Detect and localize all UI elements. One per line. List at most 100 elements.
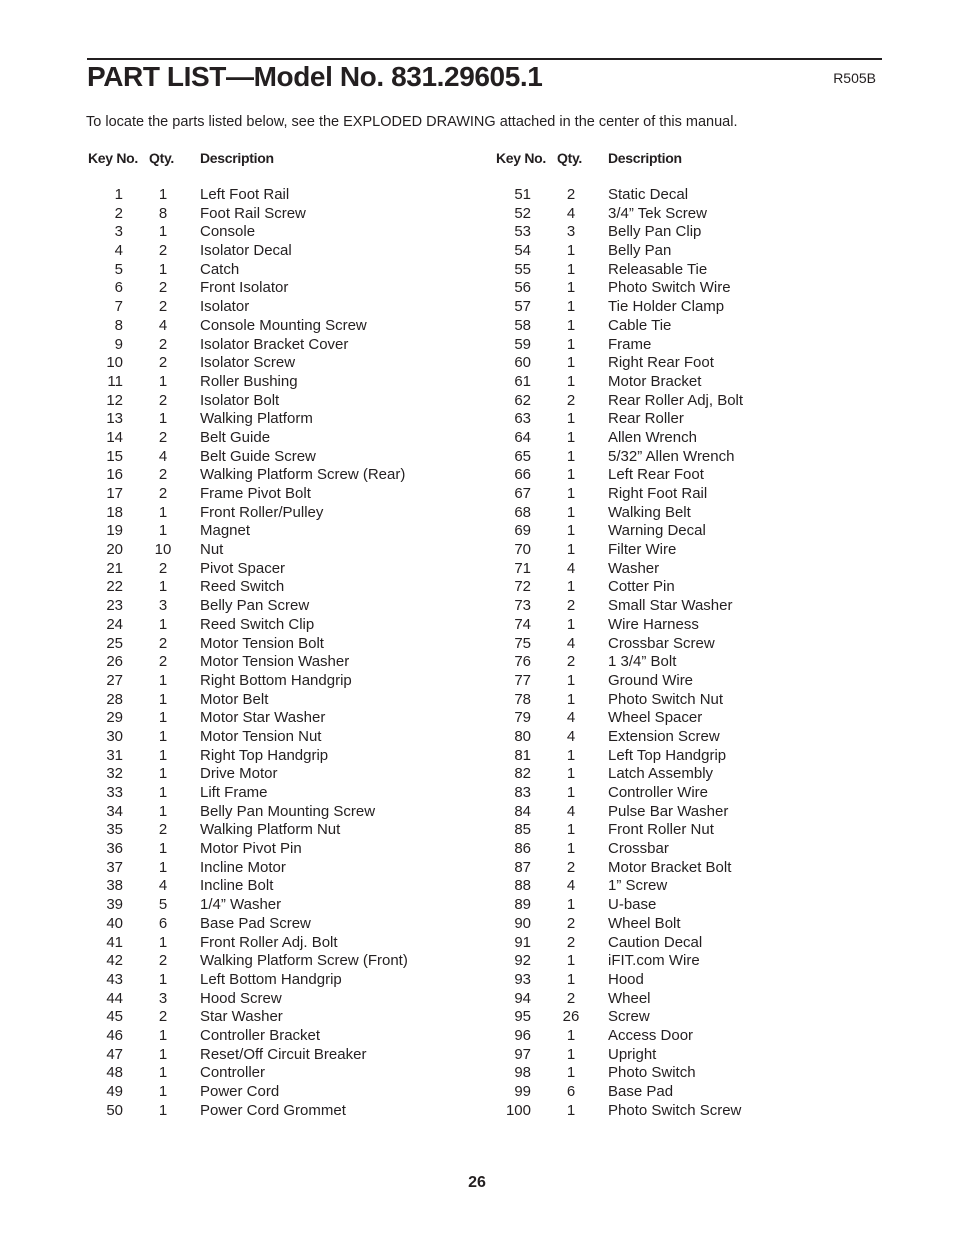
part-key-no: 1 bbox=[114, 186, 123, 203]
part-description: Catch bbox=[200, 260, 240, 278]
part-key-no: 41 bbox=[106, 933, 123, 951]
part-key-no: 7 bbox=[114, 298, 123, 316]
part-key-no: 78 bbox=[514, 690, 531, 708]
part-description: Hood Screw bbox=[200, 989, 282, 1007]
part-description: Motor Bracket Bolt bbox=[608, 858, 732, 876]
part-qty: 1 bbox=[158, 410, 168, 428]
part-qty: 1 bbox=[158, 690, 168, 708]
part-qty: 1 bbox=[566, 466, 576, 484]
part-description: Roller Bushing bbox=[200, 372, 298, 390]
part-qty: 2 bbox=[158, 242, 168, 260]
part-key-no: 94 bbox=[514, 989, 531, 1007]
part-key-no: 59 bbox=[514, 335, 531, 353]
part-description: Rear Roller bbox=[608, 410, 684, 428]
part-description: Foot Rail Screw bbox=[200, 204, 306, 222]
part-description: Frame bbox=[608, 335, 652, 353]
part-description: Nut bbox=[200, 541, 224, 559]
part-qty: 4 bbox=[566, 559, 576, 577]
part-key-no: 81 bbox=[514, 746, 531, 764]
part-key-no: 86 bbox=[514, 840, 531, 858]
part-description: 1 3/4” Bolt bbox=[608, 653, 677, 671]
part-qty: 1 bbox=[566, 354, 576, 372]
part-qty: 2 bbox=[566, 933, 576, 951]
part-qty: 1 bbox=[158, 746, 168, 764]
part-qty: 1 bbox=[158, 1083, 168, 1100]
part-key-no: 91 bbox=[514, 933, 531, 951]
part-qty: 1 bbox=[566, 335, 576, 353]
part-description: Belly Pan Screw bbox=[200, 597, 310, 615]
part-qty: 2 bbox=[566, 858, 576, 876]
part-description: Photo Switch bbox=[608, 1064, 696, 1082]
part-qty: 1 bbox=[566, 784, 576, 801]
part-key-no: 18 bbox=[106, 503, 123, 521]
part-description: Reed Switch bbox=[200, 578, 285, 596]
part-key-no: 82 bbox=[514, 765, 531, 783]
part-key-no: 29 bbox=[106, 709, 123, 727]
part-key-no: 38 bbox=[106, 877, 123, 895]
part-qty: 1 bbox=[566, 746, 576, 764]
part-description: Front Isolator bbox=[200, 279, 289, 297]
part-qty: 4 bbox=[566, 802, 576, 820]
part-description: Controller Wire bbox=[608, 784, 709, 801]
part-qty: 1 bbox=[158, 727, 168, 745]
header-description: Description bbox=[608, 150, 682, 166]
part-description: Photo Switch Wire bbox=[608, 279, 731, 297]
part-key-no: 65 bbox=[514, 447, 531, 465]
part-qty: 4 bbox=[158, 316, 168, 334]
part-key-no: 26 bbox=[106, 653, 123, 671]
part-description: Lift Frame bbox=[200, 784, 268, 801]
part-key-no: 79 bbox=[514, 709, 531, 727]
part-description: U-base bbox=[608, 896, 657, 914]
part-key-no: 37 bbox=[106, 858, 123, 876]
part-qty: 2 bbox=[158, 634, 168, 652]
part-description: Pulse Bar Washer bbox=[608, 802, 729, 820]
part-qty: 2 bbox=[566, 653, 576, 671]
part-description: Caution Decal bbox=[608, 933, 703, 951]
part-qty: 1 bbox=[158, 615, 168, 633]
part-qty: 1 bbox=[158, 186, 168, 203]
part-key-no: 71 bbox=[514, 559, 531, 577]
part-qty: 2 bbox=[158, 335, 168, 353]
part-description: Motor Star Washer bbox=[200, 709, 326, 727]
part-key-no: 89 bbox=[514, 896, 531, 914]
part-qty: 2 bbox=[566, 391, 576, 409]
part-key-no: 67 bbox=[514, 485, 531, 502]
part-key-no: 54 bbox=[514, 242, 531, 260]
part-description: Access Door bbox=[608, 1026, 694, 1044]
part-description: Walking Belt bbox=[608, 503, 691, 521]
part-qty: 1 bbox=[566, 260, 576, 278]
part-qty: 1 bbox=[566, 840, 576, 858]
part-description: iFIT.com Wire bbox=[608, 952, 700, 970]
part-key-no: 90 bbox=[514, 914, 531, 932]
part-key-no: 36 bbox=[106, 840, 123, 858]
part-description: Motor Bracket bbox=[608, 372, 702, 390]
part-qty: 1 bbox=[566, 970, 576, 988]
part-key-no: 75 bbox=[514, 634, 531, 652]
part-qty: 1 bbox=[566, 485, 576, 502]
part-qty: 1 bbox=[158, 578, 168, 596]
part-qty: 1 bbox=[566, 821, 576, 839]
part-key-no: 62 bbox=[514, 391, 531, 409]
part-qty: 4 bbox=[566, 709, 576, 727]
part-key-no: 93 bbox=[514, 970, 531, 988]
part-qty: 2 bbox=[158, 391, 168, 409]
part-key-no: 56 bbox=[514, 279, 531, 297]
page-title: PART LIST—Model No. 831.29605.1 bbox=[87, 61, 543, 92]
part-key-no: 24 bbox=[106, 615, 123, 633]
part-key-no: 12 bbox=[106, 391, 123, 409]
part-qty: 2 bbox=[158, 1008, 168, 1026]
part-description: Right Rear Foot bbox=[608, 354, 714, 372]
part-qty: 1 bbox=[566, 1026, 576, 1044]
part-key-no: 4 bbox=[114, 242, 123, 260]
part-qty: 1 bbox=[158, 1064, 168, 1082]
part-key-no: 61 bbox=[514, 372, 531, 390]
part-description: Static Decal bbox=[608, 186, 689, 203]
part-qty: 2 bbox=[158, 298, 168, 316]
part-description: Reed Switch Clip bbox=[200, 615, 315, 633]
part-key-no: 98 bbox=[514, 1064, 531, 1082]
part-description: Belly Pan Mounting Screw bbox=[200, 802, 376, 820]
part-description: Wire Harness bbox=[608, 615, 699, 633]
part-key-no: 33 bbox=[106, 784, 123, 801]
part-key-no: 28 bbox=[106, 690, 123, 708]
part-key-no: 3 bbox=[114, 223, 123, 241]
